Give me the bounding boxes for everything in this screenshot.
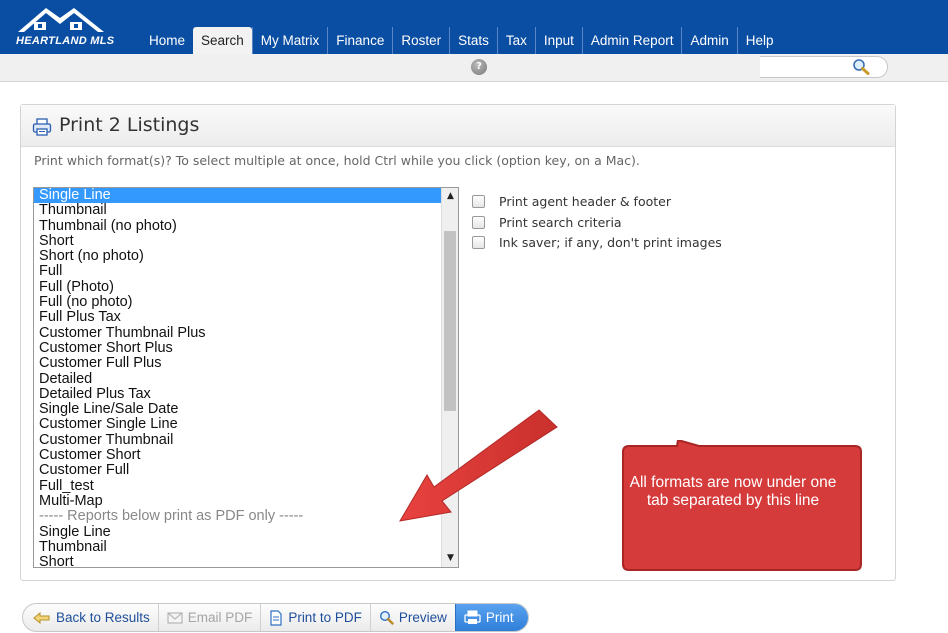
list-item[interactable]: Customer Full — [34, 463, 443, 479]
instructions-text: Print which format(s)? To select multipl… — [34, 153, 640, 168]
main-tabs: Home Search My Matrix Finance Roster Sta… — [141, 27, 781, 54]
print-label: Print — [485, 610, 514, 625]
preview-label: Preview — [398, 610, 447, 625]
printer-icon — [32, 118, 52, 136]
back-arrow-icon — [33, 611, 50, 624]
tab-admin-report[interactable]: Admin Report — [581, 27, 682, 54]
tab-finance[interactable]: Finance — [327, 27, 392, 54]
list-item[interactable]: Customer Short Plus — [34, 340, 443, 356]
format-list: Single Line Thumbnail Thumbnail (no phot… — [34, 188, 443, 567]
logo-text: HEARTLAND MLS — [16, 35, 115, 47]
list-item[interactable]: Single Line — [34, 524, 443, 540]
tab-input[interactable]: Input — [534, 27, 582, 54]
action-toolbar: Back to Results Email PDF Print to PDF P… — [22, 603, 529, 632]
pdf-only-separator[interactable]: ----- Reports below print as PDF only --… — [34, 508, 443, 524]
document-icon — [270, 609, 282, 626]
list-item[interactable]: Single Line — [34, 188, 443, 204]
print-to-pdf-button[interactable]: Print to PDF — [260, 604, 370, 631]
printer-icon — [464, 610, 481, 624]
list-item[interactable]: Short — [34, 233, 443, 249]
option-label: Print search criteria — [499, 214, 622, 230]
tab-roster[interactable]: Roster — [392, 27, 449, 54]
tab-help[interactable]: Help — [736, 27, 782, 54]
scroll-thumb[interactable] — [444, 231, 456, 411]
email-pdf-label: Email PDF — [187, 610, 253, 625]
print-button[interactable]: Print — [454, 604, 528, 631]
tab-stats[interactable]: Stats — [449, 27, 497, 54]
list-item[interactable]: Full (no photo) — [34, 294, 443, 310]
annotation-text: All formats are now under one tab separa… — [629, 474, 837, 509]
top-navigation-bar: HEARTLAND MLS Home Search My Matrix Fina… — [0, 0, 948, 54]
help-icon[interactable]: ? — [471, 59, 487, 75]
listbox-scrollbar[interactable]: ▲ ▼ — [441, 188, 458, 567]
list-item[interactable]: Customer Single Line — [34, 417, 443, 433]
list-item[interactable]: Thumbnail — [34, 539, 443, 555]
option-label: Ink saver; if any, don't print images — [499, 235, 722, 250]
tab-home[interactable]: Home — [141, 27, 193, 54]
list-item[interactable]: Single Line/Sale Date — [34, 401, 443, 417]
print-to-pdf-label: Print to PDF — [288, 610, 362, 625]
ink-saver-checkbox[interactable] — [472, 236, 485, 249]
search-criteria-checkbox[interactable] — [472, 215, 485, 229]
list-item[interactable]: Customer Thumbnail Plus — [34, 325, 443, 341]
back-label: Back to Results — [56, 610, 150, 625]
list-item[interactable]: Customer Short — [34, 447, 443, 463]
tab-tax[interactable]: Tax — [496, 27, 535, 54]
list-item[interactable]: Customer Thumbnail — [34, 432, 443, 448]
list-item[interactable]: Detailed — [34, 371, 443, 387]
page-title: Print 2 Listings — [59, 114, 200, 136]
tab-search[interactable]: Search — [193, 27, 252, 54]
search-icon[interactable] — [851, 58, 871, 76]
tab-admin[interactable]: Admin — [681, 27, 736, 54]
email-icon — [167, 612, 183, 623]
list-item[interactable]: Short (no photo) — [34, 248, 443, 264]
list-item[interactable]: Detailed Plus Tax — [34, 386, 443, 402]
magnifier-icon — [379, 610, 394, 625]
format-listbox[interactable]: Single Line Thumbnail Thumbnail (no phot… — [33, 187, 459, 568]
list-item[interactable]: Short — [34, 554, 443, 567]
list-item[interactable]: Full — [34, 264, 443, 280]
list-item[interactable]: Full Plus Tax — [34, 310, 443, 326]
list-item[interactable]: Customer Full Plus — [34, 355, 443, 371]
agent-header-checkbox[interactable] — [472, 195, 485, 208]
list-item[interactable]: Full (Photo) — [34, 279, 443, 295]
preview-button[interactable]: Preview — [369, 604, 455, 631]
scroll-down-arrow-icon[interactable]: ▼ — [442, 550, 458, 567]
scroll-up-arrow-icon[interactable]: ▲ — [442, 188, 458, 205]
list-item[interactable]: Thumbnail (no photo) — [34, 218, 443, 234]
back-to-results-button[interactable]: Back to Results — [23, 604, 158, 631]
list-item[interactable]: Thumbnail — [34, 202, 443, 218]
email-pdf-button[interactable]: Email PDF — [157, 604, 261, 631]
list-item[interactable]: Full_test — [34, 478, 443, 494]
list-item[interactable]: Multi-Map — [34, 493, 443, 509]
panel-header: Print 2 Listings — [21, 105, 895, 147]
option-label: Print agent header & footer — [499, 194, 671, 209]
tab-my-matrix[interactable]: My Matrix — [251, 27, 328, 54]
